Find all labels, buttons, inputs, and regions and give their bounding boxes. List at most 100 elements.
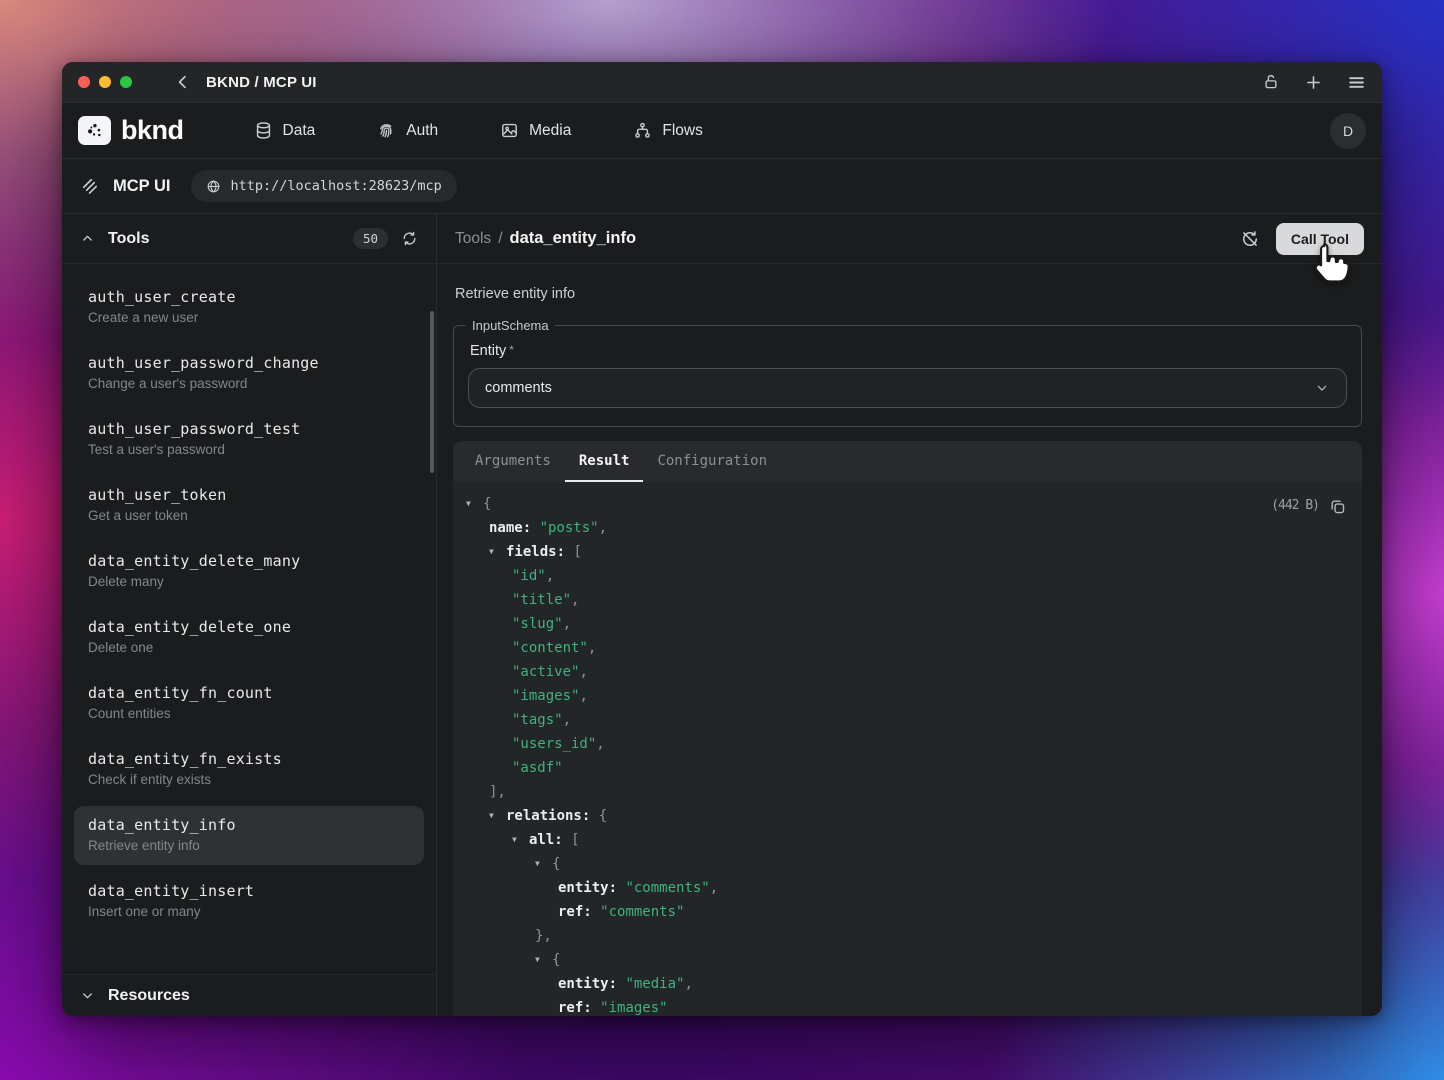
json-line: "asdf" xyxy=(466,756,1346,780)
json-token-key: ref: xyxy=(558,904,600,920)
result-panel: (442 B) ▼{name: "posts",▼fields: ["id","… xyxy=(453,482,1362,1016)
bknd-logo-icon xyxy=(78,116,111,145)
tool-name: data_entity_fn_count xyxy=(88,684,410,702)
sidebar-item-auth_user_token[interactable]: auth_user_token Get a user token xyxy=(74,476,424,535)
json-token-punc: , xyxy=(596,736,604,752)
entity-field-label: Entity* xyxy=(470,343,1347,359)
sidebar-item-data_entity_fn_count[interactable]: data_entity_fn_countCount entities xyxy=(74,674,424,733)
main-header: Tools / data_entity_info Call Tool xyxy=(437,214,1382,264)
collapse-triangle-icon[interactable]: ▼ xyxy=(535,948,545,972)
tool-name: data_entity_delete_one xyxy=(88,618,410,636)
tool-description: Retrieve entity info xyxy=(88,838,410,853)
nav-label: Media xyxy=(529,122,571,140)
tool-name: auth_user_password_change xyxy=(88,354,410,372)
bknd-wordmark: bknd xyxy=(121,115,184,146)
main-body: Retrieve entity info InputSchema Entity*… xyxy=(437,264,1382,1016)
call-tool-button[interactable]: Call Tool xyxy=(1276,223,1364,255)
new-tab-icon[interactable] xyxy=(1304,73,1323,92)
chevron-down-icon[interactable] xyxy=(80,988,95,1003)
tool-description: Create a new user xyxy=(88,310,410,325)
nav-label: Auth xyxy=(406,122,438,140)
collapse-triangle-icon[interactable]: ▼ xyxy=(489,804,499,828)
refresh-icon[interactable] xyxy=(401,230,418,247)
sidebar-item-data_entity_info[interactable]: data_entity_info Retrieve entity info xyxy=(74,806,424,865)
tool-name: auth_user_token xyxy=(88,486,410,504)
nav-item-auth[interactable]: Auth xyxy=(377,121,438,140)
tool-name: data_entity_info xyxy=(88,816,410,834)
json-line: ], xyxy=(466,780,1346,804)
lock-open-icon[interactable] xyxy=(1262,73,1280,91)
tool-description: Get a user token xyxy=(88,508,410,523)
sidebar-item-data_entity_insert[interactable]: data_entity_insertInsert one or many xyxy=(74,872,424,931)
maximize-window-button[interactable] xyxy=(120,76,132,88)
collapse-triangle-icon[interactable]: ▼ xyxy=(535,852,545,876)
collapse-triangle-icon[interactable]: ▼ xyxy=(512,828,522,852)
json-token-str: "slug" xyxy=(512,616,563,632)
sidebar-item-data_entity_delete_one[interactable]: data_entity_delete_oneDelete one xyxy=(74,608,424,667)
json-line: ▼{ xyxy=(466,852,1346,876)
collapse-triangle-icon[interactable]: ▼ xyxy=(466,492,476,516)
minimize-window-button[interactable] xyxy=(99,76,111,88)
json-token-punc: { xyxy=(599,808,607,824)
tool-name: data_entity_delete_many xyxy=(88,552,410,570)
sidebar-item-data_entity_fn_exists[interactable]: data_entity_fn_existsCheck if entity exi… xyxy=(74,740,424,799)
tools-section-header[interactable]: Tools 50 xyxy=(62,214,436,264)
app-window: BKND / MCP UI bknd Data xyxy=(62,62,1382,1016)
mcp-url-pill[interactable]: http://localhost:28623/mcp xyxy=(191,170,456,202)
menu-icon[interactable] xyxy=(1347,73,1366,92)
entity-select[interactable]: comments xyxy=(468,368,1347,408)
mcp-url: http://localhost:28623/mcp xyxy=(230,178,441,194)
tab-configuration[interactable]: Configuration xyxy=(643,441,781,482)
json-line: "content", xyxy=(466,636,1346,660)
json-token-str: "title" xyxy=(512,592,571,608)
window-title: BKND / MCP UI xyxy=(206,74,317,91)
sidebar-item-auth_user_create[interactable]: auth_user_create Create a new user xyxy=(74,278,424,337)
json-token-str: "images" xyxy=(600,1000,667,1016)
bknd-logo[interactable]: bknd xyxy=(78,115,184,146)
tab-result[interactable]: Result xyxy=(565,441,644,482)
sidebar-scrollbar-thumb[interactable] xyxy=(430,311,434,473)
workflow-icon xyxy=(633,121,652,140)
json-line: name: "posts", xyxy=(466,516,1346,540)
tool-name: auth_user_create xyxy=(88,288,410,306)
nav-item-data[interactable]: Data xyxy=(254,121,316,140)
json-token-str: "tags" xyxy=(512,712,563,728)
chevron-up-icon[interactable] xyxy=(80,231,95,246)
mcp-page-title: MCP UI xyxy=(113,177,170,196)
nav-item-flows[interactable]: Flows xyxy=(633,121,702,140)
tool-name: data_entity_fn_exists xyxy=(88,750,410,768)
json-line: ▼all: [ xyxy=(466,828,1346,852)
json-token-str: "comments" xyxy=(600,904,684,920)
tools-header-label: Tools xyxy=(108,230,149,248)
breadcrumb-section[interactable]: Tools xyxy=(455,230,491,248)
json-token-punc: , xyxy=(599,520,607,536)
copy-icon[interactable] xyxy=(1329,498,1346,515)
json-line: "tags", xyxy=(466,708,1346,732)
json-token-key: ref: xyxy=(558,1000,600,1016)
collapse-triangle-icon[interactable]: ▼ xyxy=(489,540,499,564)
json-token-punc: { xyxy=(483,496,491,512)
tab-arguments[interactable]: Arguments xyxy=(461,441,565,482)
back-icon[interactable] xyxy=(174,73,192,91)
history-off-icon[interactable] xyxy=(1240,229,1260,249)
json-token-punc: ], xyxy=(489,784,506,800)
json-line: ref: "images" xyxy=(466,996,1346,1016)
resources-section-header[interactable]: Resources xyxy=(62,974,436,1016)
tool-description: Delete many xyxy=(88,574,410,589)
json-line: ▼{ xyxy=(466,492,1346,516)
nav-item-media[interactable]: Media xyxy=(500,121,571,140)
breadcrumb-tool-name: data_entity_info xyxy=(510,229,637,248)
json-token-key: all: xyxy=(529,832,571,848)
result-size: (442 B) xyxy=(1271,494,1319,518)
json-token-punc: , xyxy=(588,640,596,656)
json-token-punc: }, xyxy=(535,928,552,944)
json-line: "images", xyxy=(466,684,1346,708)
close-window-button[interactable] xyxy=(78,76,90,88)
json-token-punc: { xyxy=(552,856,560,872)
sidebar-item-data_entity_delete_many[interactable]: data_entity_delete_many Delete many xyxy=(74,542,424,601)
tools-list: auth_user_createCreate a new userauth_us… xyxy=(62,264,436,974)
sidebar-item-auth_user_password_change[interactable]: auth_user_password_changeChange a user's… xyxy=(74,344,424,403)
avatar[interactable]: D xyxy=(1330,113,1366,149)
json-line: "title", xyxy=(466,588,1346,612)
sidebar-item-auth_user_password_test[interactable]: auth_user_password_testTest a user's pas… xyxy=(74,410,424,469)
